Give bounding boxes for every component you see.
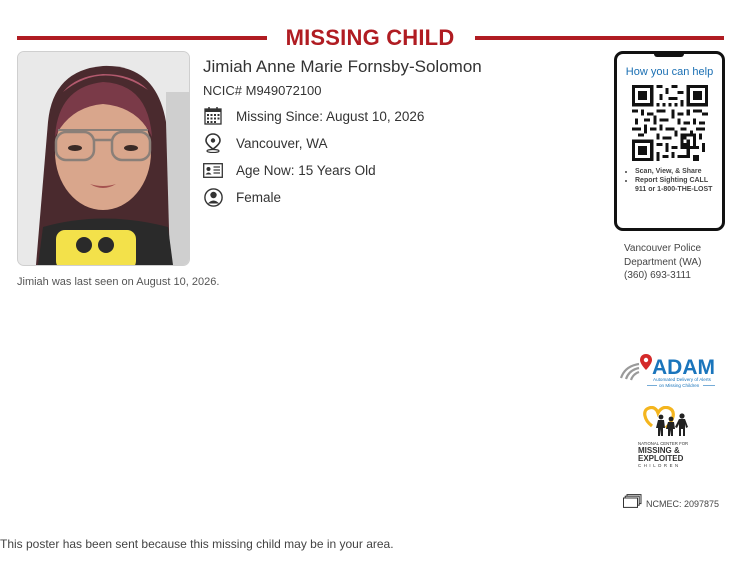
help-step: Report Sighting CALL 911 or 1-800-THE-LO… xyxy=(635,176,720,194)
ncmec-case-number: NCMEC: 2097875 xyxy=(646,498,720,509)
header-rule-right xyxy=(475,36,724,40)
person-icon xyxy=(203,187,223,207)
poster-title: MISSING CHILD xyxy=(285,25,455,50)
ncic-number: NCIC# M949072100 xyxy=(203,83,322,98)
age-text: Age Now: 15 Years Old xyxy=(236,162,376,178)
help-step: Scan, View, & Share xyxy=(635,167,720,176)
svg-text:Automated Delivery of Alerts: Automated Delivery of Alerts xyxy=(653,377,712,382)
child-name: Jimiah Anne Marie Fornsby-Solomon xyxy=(203,57,482,76)
adam-logo: ADAM Automated Delivery of Alerts on Mis… xyxy=(617,352,721,392)
calendar-icon xyxy=(203,106,223,126)
missing-since-text: Missing Since: August 10, 2026 xyxy=(236,108,425,124)
phone-notch xyxy=(654,53,684,57)
missing-since-row: Missing Since: August 10, 2026 xyxy=(203,106,424,126)
id-card-icon xyxy=(203,160,223,180)
last-seen-caption: Jimiah was last seen on August 10, 2026. xyxy=(17,276,220,288)
qr-code[interactable] xyxy=(632,85,708,161)
agency-name-line1: Vancouver Police xyxy=(624,243,702,254)
location-text: Vancouver, WA xyxy=(236,135,328,151)
agency-phone: (360) 693-3111 xyxy=(624,270,691,281)
svg-text:ADAM: ADAM xyxy=(652,356,715,379)
cards-icon xyxy=(623,494,642,513)
agency-name-line2: Department (WA) xyxy=(624,256,702,268)
phone-qr-panel[interactable]: How you can help Scan, View, & Share xyxy=(614,51,725,231)
sex-text: Female xyxy=(236,189,282,205)
ncmec-logo: NATIONAL CENTER FOR MISSING & EXPLOITED … xyxy=(636,405,704,474)
svg-text:EXPLOITED: EXPLOITED xyxy=(638,454,684,463)
svg-text:on Missing Children: on Missing Children xyxy=(659,383,700,388)
footer-note: This poster has been sent because this m… xyxy=(0,537,394,551)
how-you-can-help-label: How you can help xyxy=(625,66,714,78)
child-photo xyxy=(17,51,190,266)
agency-contact: Vancouver Police Department (WA) (360) 6… xyxy=(624,242,724,283)
location-pin-icon xyxy=(203,133,223,153)
header-rule-left xyxy=(17,36,267,40)
sex-row: Female xyxy=(203,187,281,207)
location-row: Vancouver, WA xyxy=(203,133,328,153)
help-steps-list: Scan, View, & Share Report Sighting CALL… xyxy=(621,167,720,194)
svg-text:CHILDREN: CHILDREN xyxy=(638,463,681,468)
age-row: Age Now: 15 Years Old xyxy=(203,160,376,180)
ncmec-case-id: NCMEC: 2097875 xyxy=(623,494,719,513)
